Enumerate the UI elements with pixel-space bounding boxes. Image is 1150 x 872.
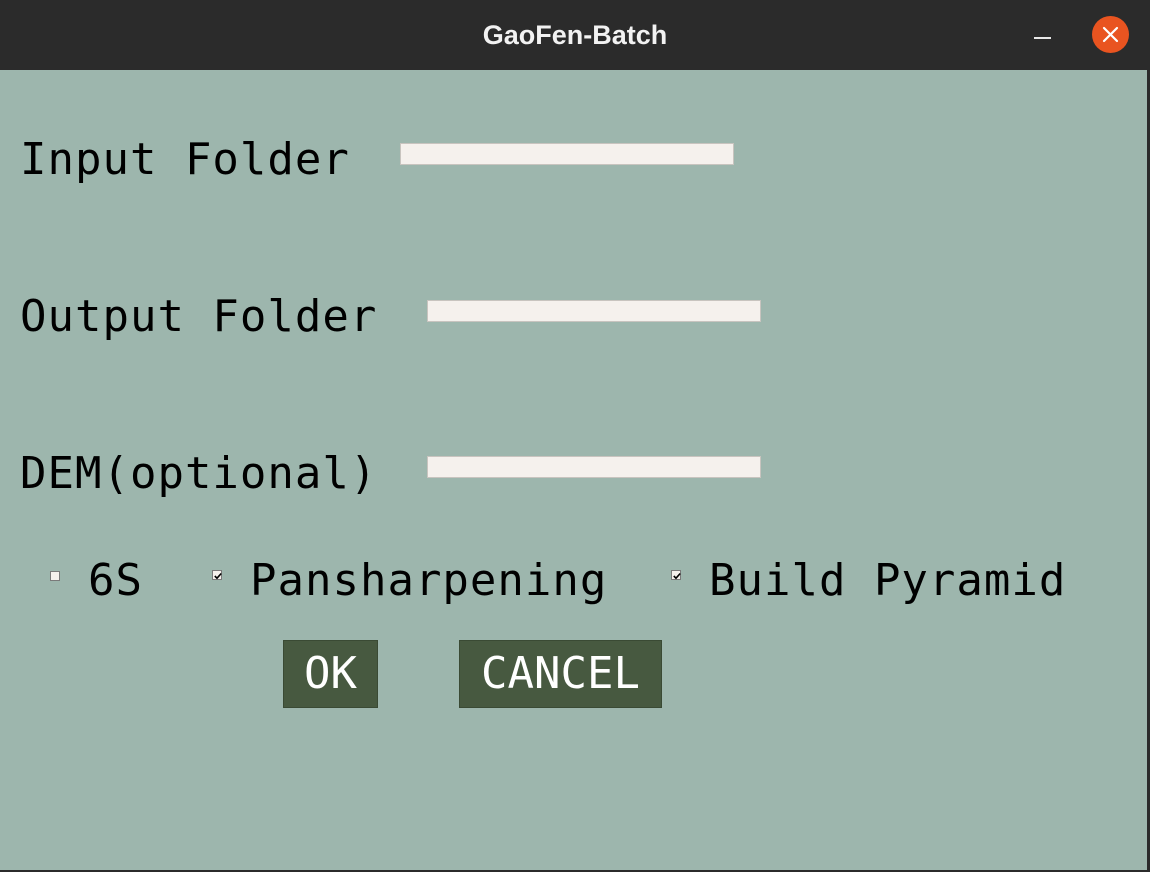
output-folder-label: Output Folder [20, 291, 378, 342]
checkmark-icon [214, 572, 222, 580]
minimize-icon [1034, 37, 1051, 39]
window-title: GaoFen-Batch [482, 20, 668, 50]
title-bar[interactable]: GaoFen-Batch [0, 0, 1150, 70]
close-button[interactable] [1092, 16, 1129, 53]
main-panel: Input Folder Output Folder DEM(optional)… [0, 70, 1147, 870]
output-folder-field[interactable] [427, 300, 761, 322]
ok-button[interactable]: OK [283, 640, 378, 708]
build-pyramid-label: Build Pyramid [709, 555, 1067, 606]
input-folder-field[interactable] [400, 143, 734, 165]
build-pyramid-checkbox[interactable] [671, 570, 681, 580]
pansharpening-label: Pansharpening [250, 555, 608, 606]
minimize-button[interactable] [1022, 18, 1062, 52]
checkmark-icon [673, 572, 681, 580]
dem-label: DEM(optional) [20, 448, 378, 499]
6s-label: 6S [88, 555, 143, 606]
close-icon [1102, 26, 1119, 43]
input-folder-label: Input Folder [20, 134, 350, 185]
app-window: GaoFen-Batch Input Folder Output Folder … [0, 0, 1150, 872]
dem-field[interactable] [427, 456, 761, 478]
6s-checkbox[interactable] [50, 571, 60, 581]
cancel-button[interactable]: CANCEL [459, 640, 662, 708]
pansharpening-checkbox[interactable] [212, 570, 222, 580]
